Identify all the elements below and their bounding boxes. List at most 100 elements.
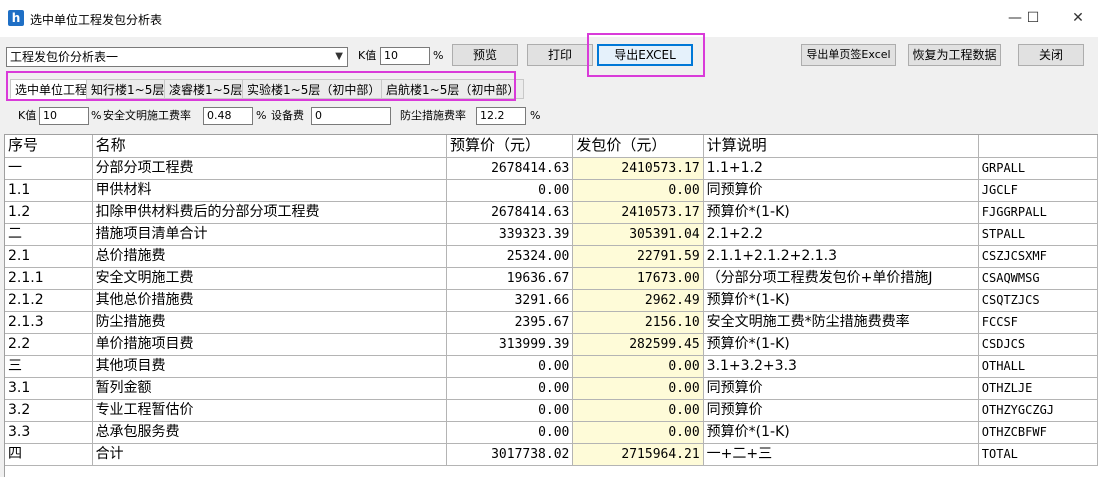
cell-seq[interactable]: 1.2 bbox=[5, 201, 93, 224]
cell-seq[interactable]: 1.1 bbox=[5, 179, 93, 202]
header-code[interactable] bbox=[978, 135, 1098, 158]
cell-name[interactable]: 专业工程暂估价 bbox=[92, 399, 448, 422]
cell-formula[interactable]: 2.1+2.2 bbox=[703, 223, 979, 246]
dust-rate-input[interactable]: 12.2 bbox=[476, 107, 526, 125]
cell-contract[interactable]: 0.00 bbox=[572, 377, 704, 400]
cell-code[interactable]: OTHZLJE bbox=[978, 377, 1098, 400]
tab-zhixing[interactable]: 知行楼1~5层 bbox=[86, 79, 170, 99]
cell-code[interactable]: CSDJCS bbox=[978, 333, 1098, 356]
cell-code[interactable]: OTHZCBFWF bbox=[978, 421, 1098, 444]
cell-contract[interactable]: 0.00 bbox=[572, 179, 704, 202]
cell-budget[interactable]: 0.00 bbox=[446, 421, 574, 444]
cell-name[interactable]: 其他总价措施费 bbox=[92, 289, 448, 312]
maximize-button[interactable]: ☐ bbox=[1021, 8, 1045, 28]
cell-budget[interactable]: 0.00 bbox=[446, 355, 574, 378]
table-row[interactable]: 2.1.2 其他总价措施费 3291.66 2962.49 预算价*(1-K) CSQTZ… bbox=[5, 289, 1098, 312]
cell-name[interactable]: 合计 bbox=[92, 443, 448, 466]
restore-project-data-button[interactable]: 恢复为工程数据 bbox=[908, 44, 1001, 66]
cell-formula[interactable]: 2.1.1+2.1.2+2.1.3 bbox=[703, 245, 979, 268]
cell-seq[interactable]: 四 bbox=[5, 443, 93, 466]
cell-seq[interactable]: 3.3 bbox=[5, 421, 93, 444]
cell-name[interactable]: 暂列金额 bbox=[92, 377, 448, 400]
cell-formula[interactable]: （分部分项工程费发包价+单价措施J bbox=[703, 267, 979, 290]
table-row[interactable]: 2.1 总价措施费 25324.00 22791.59 2.1.1+2.1.2+2.1.… bbox=[5, 245, 1098, 268]
cell-formula[interactable]: 同预算价 bbox=[703, 377, 979, 400]
cell-formula[interactable]: 3.1+3.2+3.3 bbox=[703, 355, 979, 378]
cell-formula[interactable]: 同预算价 bbox=[703, 399, 979, 422]
cell-budget[interactable]: 0.00 bbox=[446, 179, 574, 202]
table-row[interactable]: 二措施项目清单合计 339323.39 305391.04 2.1+2.2 STPALL bbox=[5, 223, 1098, 246]
export-excel-button[interactable]: 导出EXCEL bbox=[597, 44, 693, 66]
header-name[interactable]: 名称 bbox=[92, 135, 448, 158]
cell-budget[interactable]: 19636.67 bbox=[446, 267, 574, 290]
cell-seq[interactable]: 3.1 bbox=[5, 377, 93, 400]
header-contract[interactable]: 发包价（元） bbox=[572, 135, 704, 158]
cell-contract[interactable]: 0.00 bbox=[572, 355, 704, 378]
cell-budget[interactable]: 0.00 bbox=[446, 399, 574, 422]
cell-formula[interactable]: 预算价*(1-K) bbox=[703, 421, 979, 444]
cell-formula[interactable]: 安全文明施工费*防尘措施费费率 bbox=[703, 311, 979, 334]
table-row[interactable]: 1.2 扣除甲供材料费后的分部分项工程费 2678414.63 2410573.17 预… bbox=[5, 201, 1098, 224]
cell-seq[interactable]: 2.2 bbox=[5, 333, 93, 356]
safety-rate-input[interactable]: 0.48 bbox=[203, 107, 253, 125]
cell-budget[interactable]: 2395.67 bbox=[446, 311, 574, 334]
equipment-fee-input[interactable]: 0 bbox=[311, 107, 391, 125]
cell-code[interactable]: CSAQWMSG bbox=[978, 267, 1098, 290]
table-row[interactable]: 2.1.3 防尘措施费 2395.67 2156.10 安全文明施工费*防尘措施费费率 F… bbox=[5, 311, 1098, 334]
cell-seq[interactable]: 三 bbox=[5, 355, 93, 378]
table-row[interactable]: 2.2 单价措施项目费 313999.39 282599.45 预算价*(1-K) CSD… bbox=[5, 333, 1098, 356]
cell-seq[interactable]: 二 bbox=[5, 223, 93, 246]
cell-seq[interactable]: 2.1.2 bbox=[5, 289, 93, 312]
cell-code[interactable]: STPALL bbox=[978, 223, 1098, 246]
analysis-table[interactable]: 序号 名称 预算价（元） 发包价（元） 计算说明 一分部分项工程费 2678414… bbox=[4, 134, 1098, 477]
cell-contract[interactable]: 17673.00 bbox=[572, 267, 704, 290]
cell-name[interactable]: 总价措施费 bbox=[92, 245, 448, 268]
cell-contract[interactable]: 2410573.17 bbox=[572, 201, 704, 224]
tab-selected-unit[interactable]: 选中单位工程 bbox=[10, 79, 93, 99]
cell-name[interactable]: 单价措施项目费 bbox=[92, 333, 448, 356]
table-row[interactable]: 一分部分项工程费 2678414.63 2410573.17 1.1+1.2 GRPAL… bbox=[5, 157, 1098, 180]
cell-seq[interactable]: 2.1.1 bbox=[5, 267, 93, 290]
header-formula[interactable]: 计算说明 bbox=[703, 135, 979, 158]
cell-name[interactable]: 其他项目费 bbox=[92, 355, 448, 378]
cell-formula[interactable]: 预算价*(1-K) bbox=[703, 289, 979, 312]
cell-seq[interactable]: 2.1 bbox=[5, 245, 93, 268]
cell-contract[interactable]: 0.00 bbox=[572, 421, 704, 444]
param-k-input[interactable]: 10 bbox=[39, 107, 89, 125]
table-row[interactable]: 2.1.1 安全文明施工费 19636.67 17673.00 （分部分项工程费发包价+… bbox=[5, 267, 1098, 290]
cell-contract[interactable]: 2410573.17 bbox=[572, 157, 704, 180]
table-row[interactable]: 3.2 专业工程暂估价 0.00 0.00 同预算价 OTHZYGCZGJ bbox=[5, 399, 1098, 422]
cell-formula[interactable]: 一+二+三 bbox=[703, 443, 979, 466]
header-budget[interactable]: 预算价（元） bbox=[446, 135, 574, 158]
cell-seq[interactable]: 一 bbox=[5, 157, 93, 180]
table-row[interactable]: 3.1 暂列金额 0.00 0.00 同预算价 OTHZLJE bbox=[5, 377, 1098, 400]
cell-budget[interactable]: 339323.39 bbox=[446, 223, 574, 246]
cell-name[interactable]: 总承包服务费 bbox=[92, 421, 448, 444]
cell-budget[interactable]: 313999.39 bbox=[446, 333, 574, 356]
cell-contract[interactable]: 2962.49 bbox=[572, 289, 704, 312]
cell-code[interactable]: GRPALL bbox=[978, 157, 1098, 180]
close-button[interactable]: 关闭 bbox=[1018, 44, 1084, 66]
print-button[interactable]: 打印 bbox=[527, 44, 593, 66]
tab-shiyan[interactable]: 实验楼1~5层（初中部） bbox=[242, 79, 386, 99]
table-row[interactable]: 3.3 总承包服务费 0.00 0.00 预算价*(1-K) OTHZCBFWF bbox=[5, 421, 1098, 444]
cell-contract[interactable]: 2715964.21 bbox=[572, 443, 704, 466]
cell-budget[interactable]: 0.00 bbox=[446, 377, 574, 400]
cell-contract[interactable]: 0.00 bbox=[572, 399, 704, 422]
table-row[interactable]: 四合计 3017738.02 2715964.21 一+二+三 TOTAL bbox=[5, 443, 1098, 466]
cell-code[interactable]: CSZJCSXMF bbox=[978, 245, 1098, 268]
cell-seq[interactable]: 3.2 bbox=[5, 399, 93, 422]
close-window-button[interactable]: ✕ bbox=[1066, 8, 1090, 28]
cell-formula[interactable]: 同预算价 bbox=[703, 179, 979, 202]
cell-name[interactable]: 扣除甲供材料费后的分部分项工程费 bbox=[92, 201, 448, 224]
cell-budget[interactable]: 3291.66 bbox=[446, 289, 574, 312]
cell-name[interactable]: 防尘措施费 bbox=[92, 311, 448, 334]
tab-lingrui[interactable]: 凌睿楼1~5层 bbox=[164, 79, 248, 99]
cell-budget[interactable]: 3017738.02 bbox=[446, 443, 574, 466]
cell-code[interactable]: FCCSF bbox=[978, 311, 1098, 334]
cell-formula[interactable]: 预算价*(1-K) bbox=[703, 201, 979, 224]
preview-button[interactable]: 预览 bbox=[452, 44, 518, 66]
cell-contract[interactable]: 282599.45 bbox=[572, 333, 704, 356]
cell-formula[interactable]: 预算价*(1-K) bbox=[703, 333, 979, 356]
cell-name[interactable]: 分部分项工程费 bbox=[92, 157, 448, 180]
